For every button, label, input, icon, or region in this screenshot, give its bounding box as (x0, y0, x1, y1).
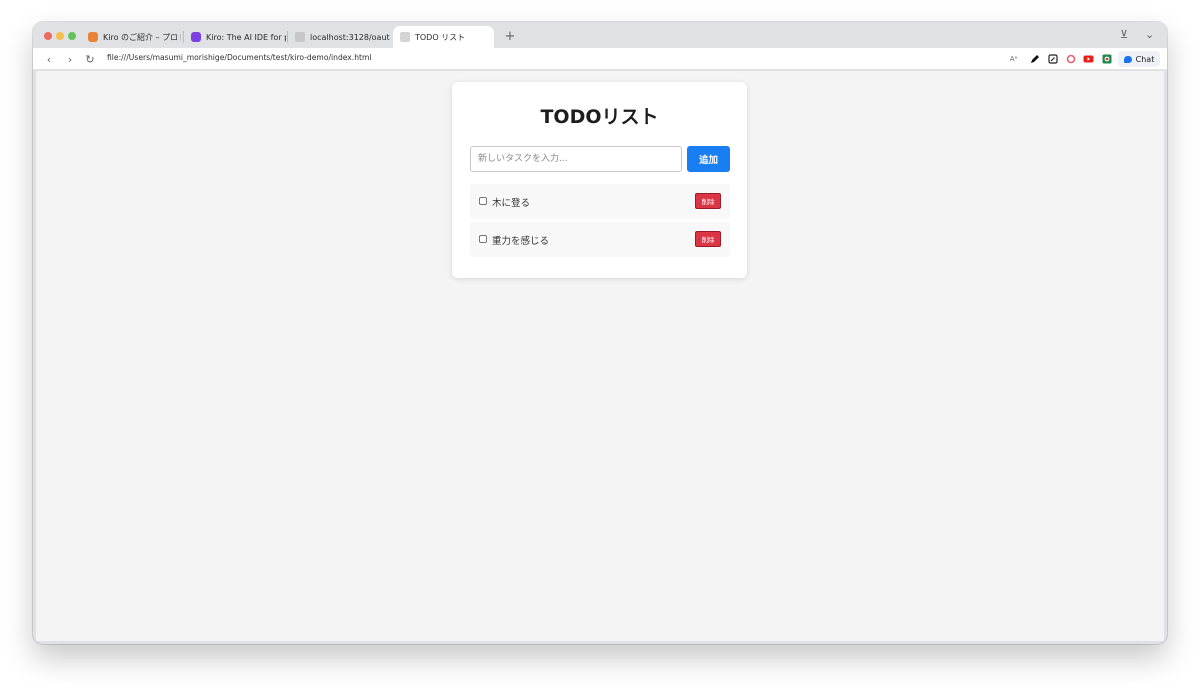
delete-task-button[interactable]: 削除 (695, 231, 721, 247)
todo-item-text: 木に登る (492, 198, 531, 209)
tab-todo-list[interactable]: TODO リスト (393, 26, 494, 48)
tab-localhost[interactable]: localhost:3128/oauth/c (288, 26, 390, 48)
tab-label: TODO リスト (415, 32, 466, 42)
chat-bubble-icon (1123, 55, 1132, 63)
reload-button[interactable]: ↻ (83, 51, 97, 67)
tab-kiro-ide[interactable]: Kiro: The AI IDE for pro (184, 26, 286, 48)
address-bar[interactable]: file:///Users/masumi_morishige/Documents… (107, 53, 372, 62)
browser-window: Kiro のご紹介 – プロトタ Kiro: The AI IDE for pr… (33, 22, 1167, 644)
back-button[interactable]: ‹ (42, 51, 56, 67)
todo-checkbox[interactable] (479, 197, 487, 205)
add-task-button[interactable]: 追加 (687, 146, 730, 172)
new-tab-button[interactable]: + (502, 27, 518, 45)
chat-button[interactable]: Chat (1118, 51, 1160, 67)
page-title: TODOリスト (540, 106, 659, 128)
edit-extension-icon[interactable] (1047, 53, 1058, 64)
pen-extension-icon[interactable] (1029, 53, 1040, 64)
new-task-input[interactable] (470, 146, 682, 172)
todo-item: 木に登る 削除 (470, 184, 730, 219)
download-icon[interactable]: ⊻ (1120, 28, 1128, 41)
chat-label: Chat (1135, 54, 1155, 64)
tab-strip: Kiro のご紹介 – プロトタ Kiro: The AI IDE for pr… (33, 22, 1167, 48)
kiro-icon (191, 32, 201, 42)
forward-button[interactable]: › (63, 51, 77, 67)
read-aloud-icon[interactable]: Aᵃ (1008, 53, 1019, 64)
flower-extension-icon[interactable] (1065, 53, 1076, 64)
tab-kiro-intro[interactable]: Kiro のご紹介 – プロトタ (81, 26, 181, 48)
tab-label: Kiro: The AI IDE for pro (206, 32, 286, 42)
kiro-ghost-icon (88, 32, 98, 42)
minimize-window-button[interactable] (56, 32, 64, 40)
youtube-extension-icon[interactable] (1083, 53, 1094, 64)
screenshot-extension-icon[interactable] (1101, 53, 1112, 64)
tab-label: Kiro のご紹介 – プロトタ (103, 32, 181, 42)
todo-item: 重力を感じる 削除 (470, 222, 730, 257)
page-icon (400, 32, 410, 42)
delete-task-button[interactable]: 削除 (695, 193, 721, 209)
tab-label: localhost:3128/oauth/c (310, 32, 390, 42)
todo-checkbox[interactable] (479, 235, 487, 243)
page-viewport: TODOリスト 追加 木に登る 削除 重力を感じる 削除 (36, 71, 1164, 641)
todo-item-text: 重力を感じる (492, 236, 550, 247)
close-window-button[interactable] (44, 32, 52, 40)
maximize-window-button[interactable] (68, 32, 76, 40)
browser-toolbar: ‹ › ↻ file:///Users/masumi_morishige/Doc… (33, 48, 1167, 70)
tab-list-icon[interactable]: ⌄ (1145, 28, 1154, 41)
todo-card: TODOリスト 追加 木に登る 削除 重力を感じる 削除 (452, 82, 747, 278)
page-icon (295, 32, 305, 42)
